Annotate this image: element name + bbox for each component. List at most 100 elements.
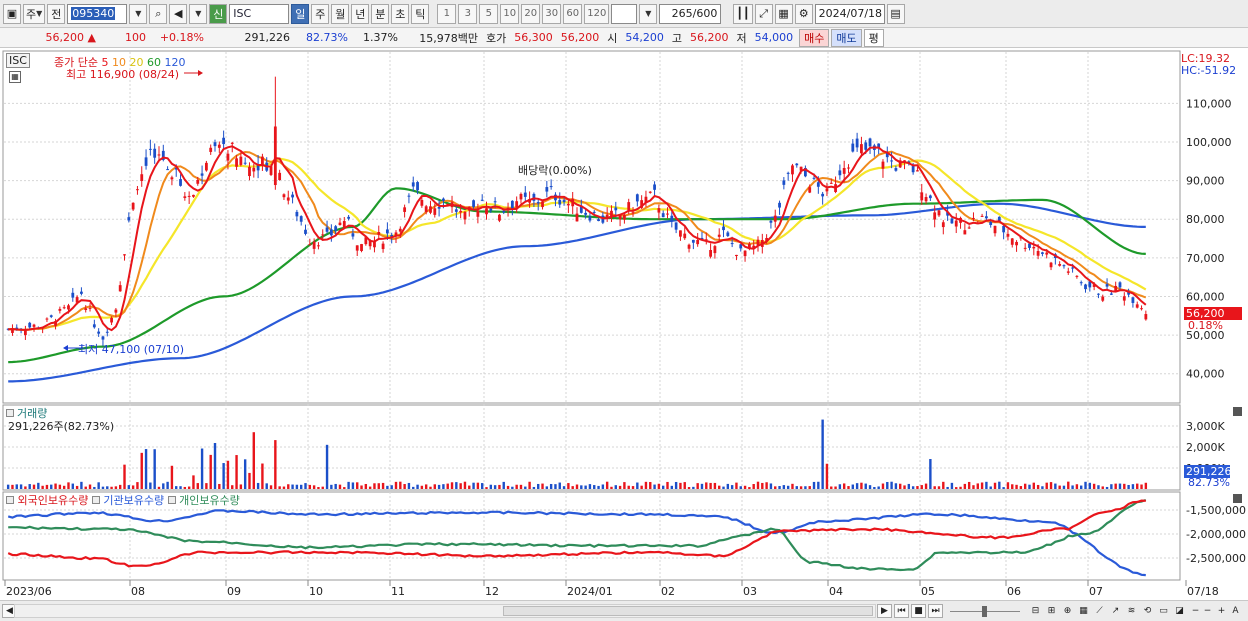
candle-body [549,186,553,188]
interval-60[interactable]: 60 [563,3,583,24]
interval-1[interactable]: 1 [437,3,457,24]
volume-value-note: 291,226주(82.73%) [8,420,115,433]
zoom-in-icon[interactable]: + [1214,604,1229,618]
cycle-icon[interactable]: ⟲ [1140,604,1155,618]
scroll-right-icon[interactable]: ▶ [877,604,892,618]
volume-close-icon[interactable] [1233,407,1242,416]
date-field[interactable]: 2024/07/18 [814,3,885,24]
interval-120[interactable]: 120 [584,3,610,24]
grid-icon[interactable]: ▦ [1076,604,1091,618]
volume-bar [730,485,734,489]
link-dropdown-icon[interactable]: ▼ [189,3,208,24]
volume-bar [274,440,277,489]
ray-line-icon[interactable]: ↗ [1108,604,1123,618]
gear-icon[interactable]: ⚙ [794,3,813,24]
volume-bar [80,481,83,489]
price-tick-label: 40,000 [1186,368,1225,381]
volume-bar [308,484,312,489]
volume-bar [472,482,475,489]
shapes-icon[interactable]: ◪ [1172,604,1187,618]
volume-bar [575,484,579,489]
candle-body [493,201,497,203]
tab-minute[interactable]: 분 [371,3,390,24]
interval-20[interactable]: 20 [521,3,541,24]
volume-bar [674,481,678,489]
volume-bar [524,486,527,489]
volume-bar [278,486,281,489]
holding-tick-label: -2,500,000 [1186,552,1246,565]
window-menu-icon[interactable]: ▣ [3,3,21,24]
period-select[interactable]: 주 ▼ [23,3,46,24]
print-icon[interactable]: ▦ [774,3,793,24]
sell-button[interactable]: 매도 [831,28,862,47]
candle-body [588,216,592,221]
tab-second[interactable]: 초 [391,3,410,24]
chart-scrollbar[interactable]: ◀ ▶ ⏮ ■ ⏭ ⊟ ⊞ ⊕ ▦ ⟋ ↗ ≋ ⟲ ▭ ◪ − − + A [0,600,1248,621]
interval-5[interactable]: 5 [479,3,499,24]
scroll-track[interactable] [14,604,876,618]
volume-bar [144,449,148,489]
candle-body [459,210,463,213]
candle-body [222,137,226,145]
candle-type-icon[interactable]: ┃┃ [733,3,753,24]
volume-bar [1092,483,1096,489]
tab-daily[interactable]: 일 [291,3,310,24]
volume-bar [786,485,790,489]
interval-10[interactable]: 10 [500,3,520,24]
tab-tick[interactable]: 틱 [411,3,430,24]
volume-panel [2,404,1181,491]
volume-bar [468,485,471,489]
interval-input[interactable] [611,3,638,24]
volume-bar [97,482,100,489]
font-size-icon[interactable]: A [1228,604,1243,618]
data-count-field[interactable]: 265/600 [659,3,722,24]
calendar-icon[interactable]: ▤ [886,3,905,24]
bid-price: 56,200 [560,31,600,44]
table-icon[interactable]: ▦ [9,71,21,83]
buy-button[interactable]: 매수 [799,28,830,47]
volume-bar [899,483,902,489]
candle-body [993,225,997,234]
stock-chart[interactable]: 110,000100,00090,00080,00070,00060,00050… [0,48,1248,600]
volume-bar [610,486,613,489]
volume-bar [153,449,156,489]
tab-monthly[interactable]: 월 [331,3,350,24]
shape-icon[interactable]: ▭ [1156,604,1171,618]
scroll-end-icon[interactable]: ⏭ [928,604,943,618]
volume-bar [71,483,74,489]
zoom-slider-handle[interactable] [982,606,987,617]
speaker-icon[interactable]: ◀ [169,3,188,24]
candle-body [816,182,820,187]
tab-yearly[interactable]: 년 [351,3,370,24]
volume-bar [890,481,893,489]
trend-line-icon[interactable]: ⟋ [1092,604,1107,618]
volume-bar [718,485,721,489]
interval-30[interactable]: 30 [542,3,562,24]
volume-bar [541,483,544,489]
stop-icon[interactable]: ■ [911,604,926,618]
stock-code-input[interactable]: 095340 [67,3,128,24]
candle-body [131,202,135,210]
candle-body [200,173,204,176]
tab-weekly[interactable]: 주 [311,3,330,24]
average-button[interactable]: 평 [863,28,884,47]
drawing-tool-icon[interactable]: ⤢ [754,3,773,24]
fibo-icon[interactable]: ≋ [1124,604,1139,618]
scroll-start-icon[interactable]: ⏮ [894,604,909,618]
search-icon[interactable]: ⌕ [149,3,168,24]
interval-3[interactable]: 3 [458,3,478,24]
volume-bar [868,485,872,489]
scroll-thumb[interactable] [503,606,873,616]
code-dropdown-icon[interactable]: ▼ [129,3,148,24]
crosshair-icon[interactable]: ⊕ [1060,604,1075,618]
candle-body [166,169,170,171]
holding-close-icon[interactable] [1233,494,1242,503]
remove-icon[interactable]: − [1200,604,1215,618]
compare-icon[interactable]: ⊞ [1044,604,1059,618]
candle-body [299,216,303,222]
stock-name-field[interactable]: ISC [229,3,290,24]
prev-button[interactable]: 전 [47,3,66,24]
interval-dropdown-icon[interactable]: ▼ [639,3,658,24]
layout-icon[interactable]: ⊟ [1028,604,1043,618]
candle-body [183,196,187,198]
